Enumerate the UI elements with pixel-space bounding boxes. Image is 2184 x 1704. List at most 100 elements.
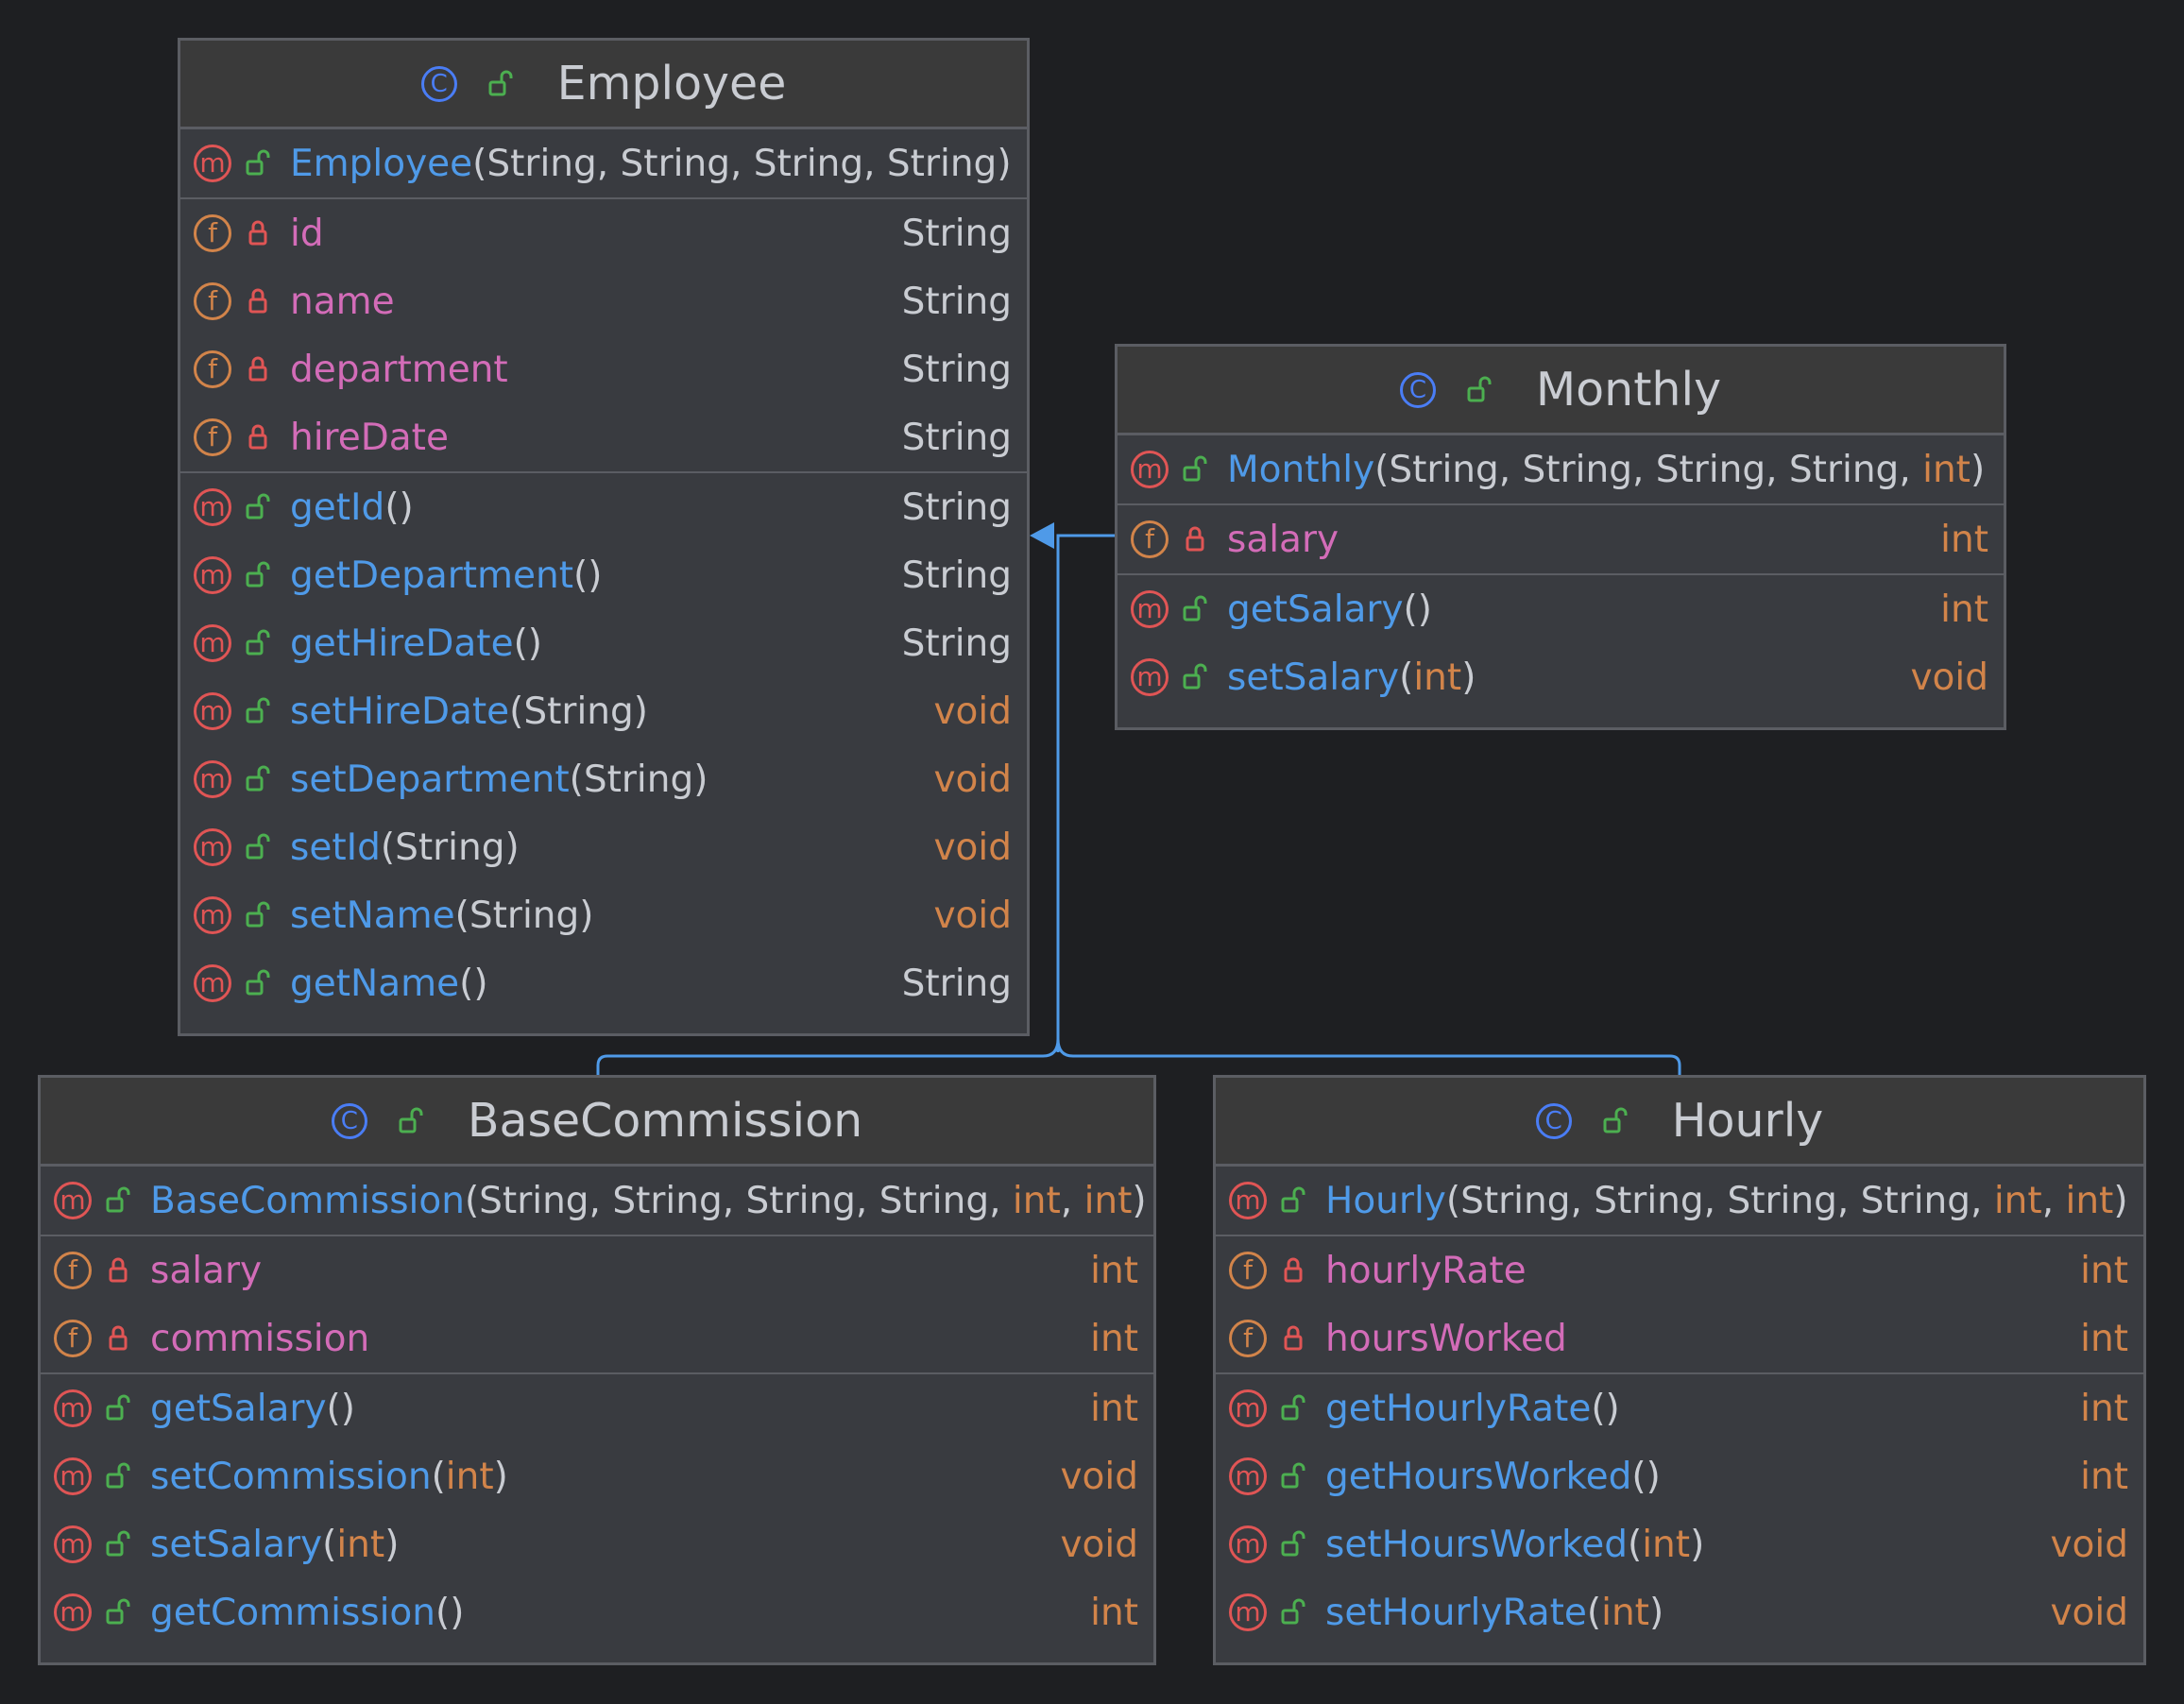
- method-row[interactable]: m setSalary (int) void: [41, 1510, 1153, 1578]
- method-row[interactable]: m getDepartment() String: [180, 541, 1027, 609]
- field-icon: f: [194, 350, 231, 388]
- method-row[interactable]: m getSalary() int: [41, 1374, 1153, 1442]
- field-row[interactable]: f commission int: [41, 1304, 1153, 1372]
- field-row[interactable]: f department String: [180, 335, 1027, 403]
- method-name: setDepartment: [290, 758, 570, 801]
- method-name: getSalary: [150, 1387, 327, 1430]
- method-row[interactable]: m setDepartment (String) void: [180, 745, 1027, 813]
- method-name: getHireDate: [290, 622, 514, 665]
- return-type: void: [933, 758, 1012, 801]
- method-row[interactable]: m getHireDate() String: [180, 609, 1027, 677]
- field-name: hoursWorked: [1325, 1317, 1567, 1360]
- public-visibility-icon: [1460, 371, 1498, 409]
- public-visibility-icon: [239, 828, 277, 866]
- hourly-extends-line: [1056, 1038, 1681, 1075]
- return-type: void: [1060, 1455, 1138, 1498]
- field-row[interactable]: f hoursWorked int: [1216, 1304, 2143, 1372]
- method-params: (): [459, 963, 487, 1005]
- field-row[interactable]: f hireDate String: [180, 403, 1027, 471]
- method-row[interactable]: m getHourlyRate() int: [1216, 1374, 2143, 1442]
- method-params: (): [573, 554, 602, 597]
- method-params: (int): [1399, 656, 1476, 699]
- return-type: int: [1940, 588, 1988, 631]
- private-visibility-icon: [239, 282, 277, 320]
- field-icon: f: [1131, 520, 1169, 558]
- method-row[interactable]: m getId() String: [180, 473, 1027, 541]
- method-row[interactable]: m setSalary (int) void: [1118, 643, 2004, 711]
- public-visibility-icon: [99, 1457, 137, 1495]
- method-row[interactable]: m setHireDate (String) void: [180, 677, 1027, 745]
- method-icon: m: [54, 1525, 92, 1563]
- method-icon: m: [1229, 1525, 1267, 1563]
- public-visibility-icon: [239, 896, 277, 934]
- param-text: (): [435, 1591, 465, 1634]
- param-keyword: int: [445, 1455, 494, 1498]
- public-visibility-icon: [239, 692, 277, 730]
- method-icon: m: [194, 145, 231, 182]
- public-visibility-icon: [239, 556, 277, 594]
- method-params: (String, String, String, String, int): [1374, 449, 1985, 491]
- method-name: setHoursWorked: [1325, 1523, 1628, 1566]
- field-icon: f: [1229, 1320, 1267, 1357]
- method-row[interactable]: m getHoursWorked() int: [1216, 1442, 2143, 1510]
- param-text: ,: [1060, 1179, 1084, 1222]
- field-name: salary: [1227, 518, 1339, 561]
- class-basecommission[interactable]: C BaseCommission m BaseCommission (String, S…: [38, 1075, 1156, 1665]
- field-icon: f: [194, 418, 231, 456]
- public-visibility-icon: [1176, 590, 1214, 628]
- param-text: ): [1461, 656, 1476, 699]
- private-visibility-icon: [1274, 1320, 1312, 1357]
- return-type: void: [2050, 1523, 2128, 1566]
- method-row[interactable]: m setHoursWorked (int) void: [1216, 1510, 2143, 1578]
- public-visibility-icon: [99, 1389, 137, 1427]
- public-visibility-icon: [239, 624, 277, 662]
- method-row[interactable]: m getSalary() int: [1118, 575, 2004, 643]
- param-text: (: [1586, 1591, 1602, 1634]
- public-visibility-icon: [99, 1593, 137, 1631]
- class-icon: C: [1399, 371, 1436, 408]
- class-monthly[interactable]: C Monthly m Monthly (String, String, String,…: [1115, 344, 2006, 730]
- private-visibility-icon: [239, 418, 277, 456]
- method-row[interactable]: m setName (String) void: [180, 881, 1027, 949]
- method-params: (String): [570, 758, 708, 801]
- monthly-extends-line: [1056, 534, 1115, 1052]
- method-name: setId: [290, 826, 381, 869]
- method-icon: m: [54, 1457, 92, 1495]
- return-type: void: [1910, 656, 1988, 699]
- public-visibility-icon: [1274, 1457, 1312, 1495]
- method-row[interactable]: m getName() String: [180, 949, 1027, 1017]
- field-name: hourlyRate: [1325, 1249, 1527, 1292]
- field-row[interactable]: f id String: [180, 199, 1027, 267]
- class-hourly[interactable]: C Hourly m Hourly (String, String, String, S…: [1213, 1075, 2146, 1665]
- method-row[interactable]: m setId (String) void: [180, 813, 1027, 881]
- field-row[interactable]: f name String: [180, 267, 1027, 335]
- method-row[interactable]: m setHourlyRate (int) void: [1216, 1578, 2143, 1646]
- method-name: setSalary: [1227, 656, 1400, 699]
- public-visibility-icon: [239, 488, 277, 526]
- field-row[interactable]: f salary int: [41, 1236, 1153, 1304]
- public-visibility-icon: [1176, 658, 1214, 696]
- method-params: (): [1591, 1388, 1619, 1430]
- method-name: getHourlyRate: [1325, 1387, 1592, 1430]
- class-header: C Monthly: [1118, 347, 2004, 435]
- class-employee[interactable]: C Employee m Employee (String, String, Strin…: [178, 38, 1030, 1036]
- param-text: ): [1970, 448, 1986, 491]
- method-row[interactable]: m getCommission() int: [41, 1578, 1153, 1646]
- constructor-row[interactable]: m BaseCommission (String, String, String, …: [41, 1167, 1153, 1235]
- constructor-row[interactable]: m Hourly (String, String, String, String, …: [1216, 1167, 2143, 1235]
- constructor-row[interactable]: m Monthly (String, String, String, String,…: [1118, 435, 2004, 503]
- param-text: (String, String, String, String,: [464, 1179, 1013, 1222]
- field-icon: f: [1229, 1252, 1267, 1289]
- fields-section: f salary int: [1118, 505, 2004, 575]
- constructor-row[interactable]: m Employee (String, String, String, String…: [180, 129, 1027, 197]
- field-row[interactable]: f hourlyRate int: [1216, 1236, 2143, 1304]
- method-name: setSalary: [150, 1523, 323, 1566]
- field-row[interactable]: f salary int: [1118, 505, 2004, 573]
- param-keyword: int: [336, 1523, 385, 1566]
- method-row[interactable]: m setCommission (int) void: [41, 1442, 1153, 1510]
- method-params: (int): [322, 1524, 399, 1566]
- private-visibility-icon: [1274, 1252, 1312, 1289]
- class-name: BaseCommission: [467, 1094, 863, 1148]
- param-keyword: int: [1601, 1591, 1649, 1634]
- public-visibility-icon: [99, 1525, 137, 1563]
